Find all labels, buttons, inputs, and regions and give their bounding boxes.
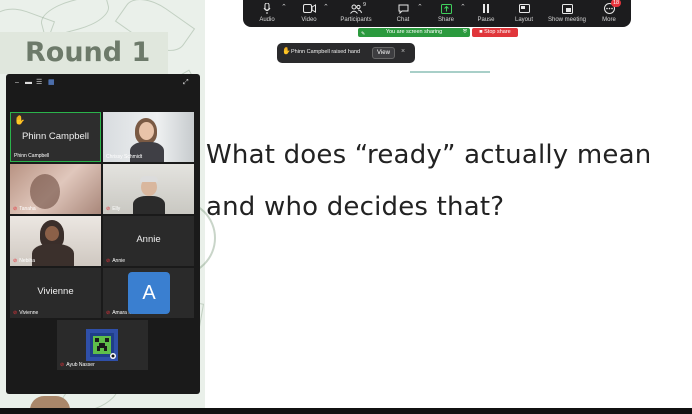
video-button[interactable]: Video ⌃ bbox=[287, 0, 331, 27]
more-icon bbox=[587, 0, 631, 16]
share-button[interactable]: Share ⌃ bbox=[424, 0, 468, 27]
chat-options-caret[interactable]: ⌃ bbox=[417, 3, 423, 11]
mic-muted-icon: ⊘ bbox=[13, 310, 18, 316]
avatar-amara-moore: A bbox=[128, 272, 170, 314]
chat-button[interactable]: Chat ⌃ bbox=[381, 0, 425, 27]
mic-muted-icon: ⊘ bbox=[60, 362, 65, 368]
layout-icon bbox=[502, 0, 546, 16]
avatar-ayub-nasser bbox=[86, 329, 118, 361]
raised-hand-icon: ✋ bbox=[14, 115, 26, 125]
audio-button[interactable]: Audio ⌃ bbox=[245, 0, 289, 27]
participants-count: 9 bbox=[363, 2, 367, 8]
show-meeting-button[interactable]: Show meeting bbox=[545, 0, 589, 27]
layout-button[interactable]: Layout bbox=[502, 0, 546, 27]
notification-text: Phinn Campbell raised hand bbox=[291, 49, 361, 55]
slide-decor-line bbox=[410, 71, 490, 73]
screen-sharing-status: ✎ You are screen sharing ⛨ bbox=[358, 28, 470, 37]
participant-tile-tanaha[interactable]: ⊘ Tanaha bbox=[10, 164, 101, 214]
participants-button[interactable]: 9 Participants bbox=[334, 0, 378, 27]
slide-question-line-2: and who decides that? bbox=[206, 192, 505, 222]
raised-hand-icon: ✋ bbox=[282, 48, 291, 55]
meeting-toolbar: Audio ⌃ Video ⌃ 9 Participants Chat ⌃ Sh… bbox=[243, 0, 631, 27]
mic-muted-icon: ⊘ bbox=[106, 206, 111, 212]
mic-muted-icon: ⊘ bbox=[13, 206, 18, 212]
participant-tile-elly[interactable]: ⊘ Elly bbox=[103, 164, 194, 214]
participant-tile-chrissy-schmidt[interactable]: Chrissy Schmidt bbox=[103, 112, 194, 162]
slide-title: Round 1 bbox=[0, 32, 168, 74]
slide-question-line-1: What does “ready” actually mean bbox=[206, 140, 652, 170]
participant-tile-nebiha[interactable]: ⊘ Nebiha bbox=[10, 216, 101, 266]
gallery-controls: ‒ ▬ ☰ ▦ ⤢ bbox=[6, 74, 200, 92]
speaker-view-icon[interactable]: ☰ bbox=[36, 79, 42, 86]
gallery-view-icon[interactable]: ▦ bbox=[48, 79, 55, 86]
mic-muted-icon: ⊘ bbox=[106, 310, 111, 316]
participant-tile-annie[interactable]: Annie ⊘ Annie bbox=[103, 216, 194, 266]
stop-share-button[interactable]: ■ Stop share bbox=[472, 28, 518, 37]
mic-muted-icon: ⊘ bbox=[13, 258, 18, 264]
participant-tile-vivienne[interactable]: Vivienne ⊘ Vivienne bbox=[10, 268, 101, 318]
sharing-indicator-icon: ✎ bbox=[361, 31, 366, 37]
shield-icon: ⛨ bbox=[462, 29, 467, 35]
minimize-icon[interactable]: ‒ bbox=[15, 79, 19, 86]
participant-tile-phinn-campbell[interactable]: ✋ Phinn Campbell Phinn Campbell bbox=[10, 112, 101, 162]
video-options-caret[interactable]: ⌃ bbox=[323, 3, 329, 11]
stop-icon: ■ bbox=[479, 29, 483, 35]
expand-icon[interactable]: ⤢ bbox=[183, 79, 189, 86]
show-meeting-icon bbox=[545, 0, 589, 16]
mic-muted-icon: ⊘ bbox=[106, 258, 111, 264]
audio-options-caret[interactable]: ⌃ bbox=[281, 3, 287, 11]
bottom-bar bbox=[0, 408, 692, 414]
view-button[interactable]: View bbox=[372, 47, 395, 59]
participants-icon bbox=[334, 0, 378, 16]
more-button[interactable]: 18 More bbox=[587, 0, 631, 27]
hide-video-icon[interactable]: ▬ bbox=[25, 79, 32, 86]
more-notification-badge: 18 bbox=[611, 0, 622, 7]
close-notification-button[interactable]: × bbox=[401, 48, 405, 55]
